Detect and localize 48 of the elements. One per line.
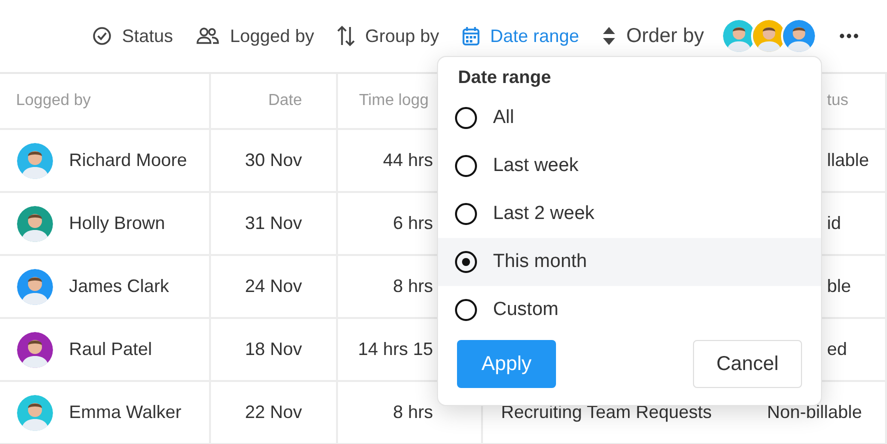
table-cell: 8 hrs <box>392 276 433 297</box>
column-header: Logged by <box>16 92 91 110</box>
toolbar-button[interactable]: Status <box>92 21 173 51</box>
table-cell: id <box>827 213 842 234</box>
dropdown-title: Date range <box>457 66 552 89</box>
people-icon <box>196 26 220 46</box>
radio-option[interactable]: This month <box>438 238 821 286</box>
table-cell: 31 Nov <box>244 213 302 234</box>
radio-button[interactable] <box>455 299 477 321</box>
table-cell: 22 Nov <box>244 402 302 423</box>
table-cell: 24 Nov <box>244 276 302 297</box>
person-name: James Clark <box>69 276 170 297</box>
sort-arrows-icon <box>337 25 356 47</box>
column-header: Time logg <box>359 92 429 110</box>
table-cell: 30 Nov <box>244 150 302 171</box>
radio-button[interactable] <box>455 155 477 177</box>
person-name: Holly Brown <box>69 213 166 234</box>
table-cell: Non-billable <box>767 402 862 423</box>
toolbar-button[interactable]: Date range <box>462 21 580 51</box>
table-cell: 44 hrs <box>382 150 433 171</box>
radio-button[interactable] <box>455 251 477 273</box>
radio-option[interactable]: Last 2 week <box>438 190 821 238</box>
table-cell: 6 hrs <box>392 213 433 234</box>
table-cell: 8 hrs <box>392 402 433 423</box>
more-icon[interactable] <box>839 33 859 39</box>
radio-button[interactable] <box>455 107 477 129</box>
toolbar-button[interactable]: Order by <box>602 21 704 51</box>
person-name: Richard Moore <box>69 150 188 171</box>
calendar-icon <box>462 26 480 46</box>
toolbar-button[interactable]: Logged by <box>196 21 314 51</box>
toolbar-button[interactable]: Group by <box>337 21 440 51</box>
person-name: Emma Walker <box>69 402 182 423</box>
table-cell: ed <box>827 339 848 360</box>
table-cell: 14 hrs 15 <box>358 339 433 360</box>
radio-button[interactable] <box>455 203 477 225</box>
table-cell: ble <box>827 276 852 297</box>
table-cell: llable <box>827 150 870 171</box>
table-cell: Recruiting Team Requests <box>501 402 712 423</box>
check-circle-icon <box>92 26 112 46</box>
up-down-icon <box>602 26 616 46</box>
cancel-button[interactable]: Cancel <box>693 340 802 388</box>
person-name: Raul Patel <box>69 339 152 360</box>
radio-option[interactable]: Last week <box>438 142 821 190</box>
radio-option[interactable]: All <box>438 94 821 142</box>
column-header: Date <box>268 92 302 110</box>
column-header: tus <box>827 92 848 110</box>
radio-option[interactable]: Custom <box>438 286 821 334</box>
table-cell: 18 Nov <box>244 339 302 360</box>
